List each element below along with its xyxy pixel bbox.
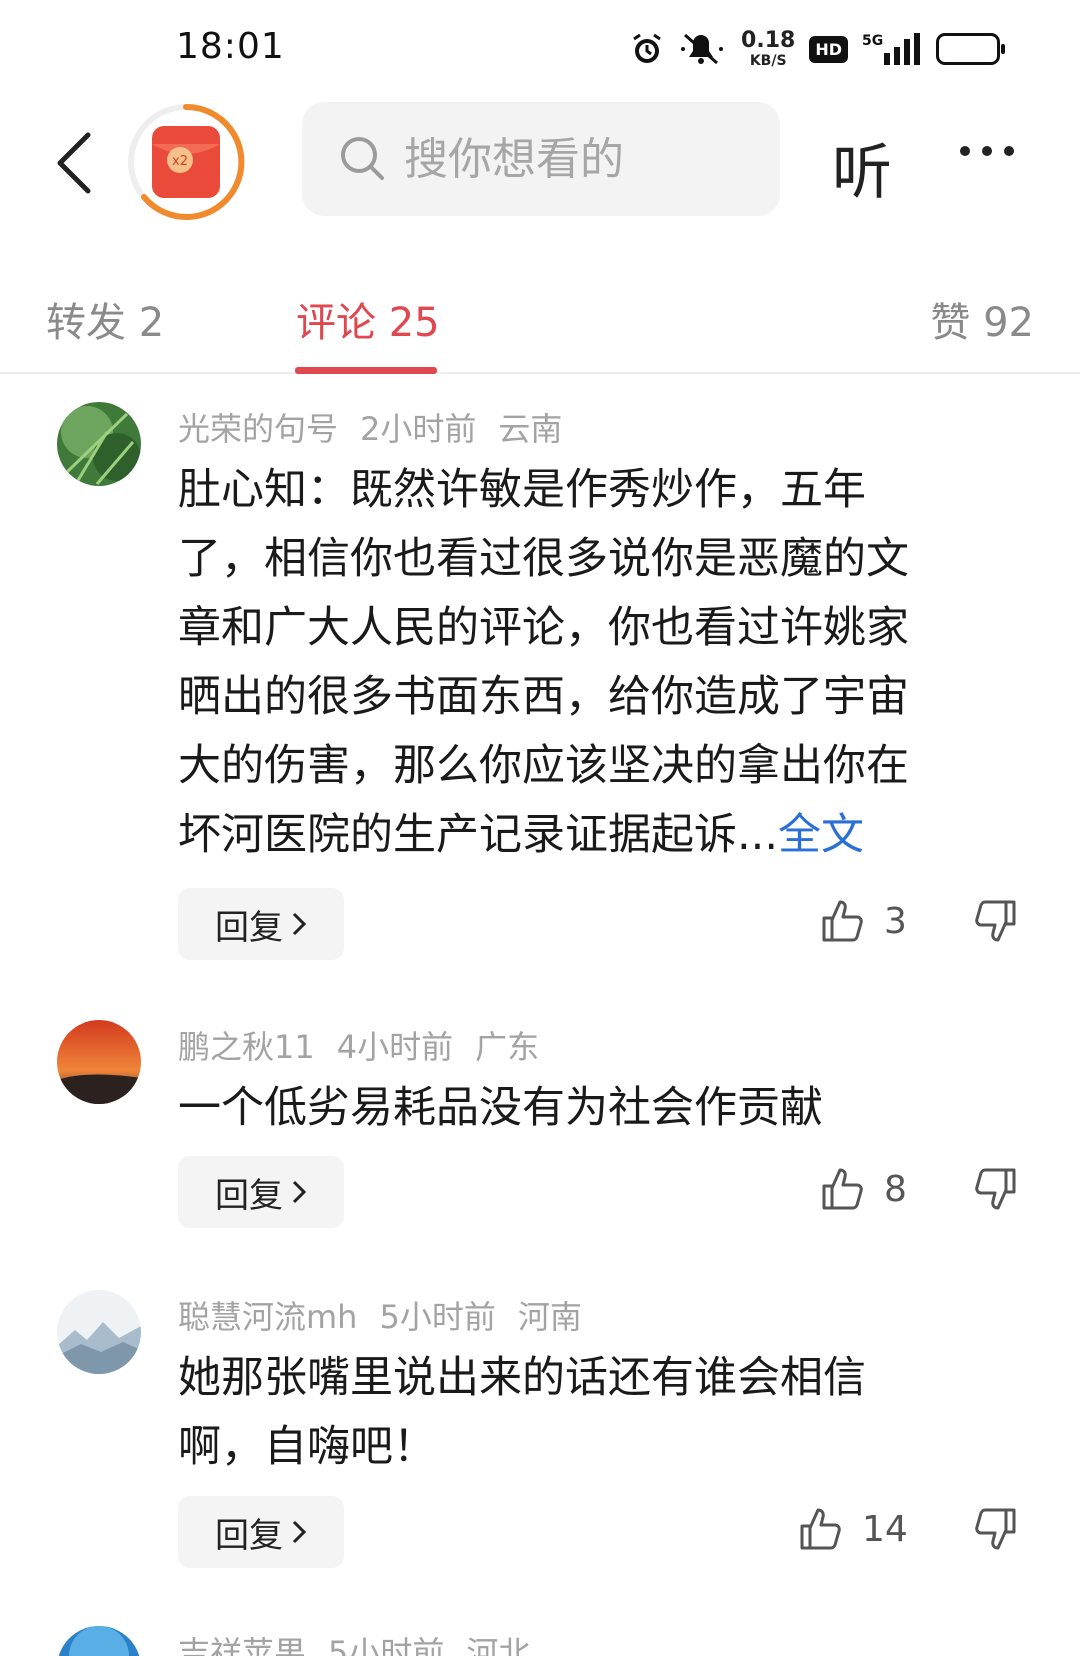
net-speed-unit: KB/S xyxy=(749,53,787,69)
comment-username[interactable]: 吉祥苹果 xyxy=(178,1634,306,1656)
like-button[interactable]: 14 xyxy=(798,1506,908,1552)
thumbs-up-icon xyxy=(822,1168,863,1210)
net-speed-value: 0.18 xyxy=(741,28,796,53)
search-icon xyxy=(341,137,384,180)
status-icons: 0.18 KB/S HD 5G xyxy=(629,24,1005,74)
avatar[interactable] xyxy=(57,1020,141,1104)
chevron-left-icon xyxy=(57,132,91,194)
comment-line: 一个低劣易耗品没有为社会作贡献 xyxy=(178,1083,823,1133)
avatar[interactable] xyxy=(57,1290,141,1374)
chevron-right-icon xyxy=(292,1520,307,1544)
comment-time: 5小时前 xyxy=(328,1634,445,1656)
top-nav: x2 听 xyxy=(0,96,1080,226)
thumbs-down-icon xyxy=(975,1168,1016,1210)
comment-text: 肚心知：既然许敏是作秀炒作，五年 了，相信你也看过很多说你是恶魔的文 章和广大人… xyxy=(178,456,998,870)
comment-meta: 聪慧河流mh 5小时前 河南 xyxy=(178,1292,604,1338)
dislike-button[interactable] xyxy=(970,1504,1020,1554)
comment-time: 5小时前 xyxy=(379,1298,496,1336)
like-count: 3 xyxy=(884,900,907,942)
comment-line: 了，相信你也看过很多说你是恶魔的文 xyxy=(178,534,909,584)
comment-meta: 吉祥苹果 5小时前 河北 xyxy=(178,1628,552,1656)
comment-username[interactable]: 鹏之秋11 xyxy=(178,1028,315,1066)
like-button[interactable]: 8 xyxy=(820,1166,907,1212)
search-input[interactable] xyxy=(404,133,764,185)
reply-label: 回复 xyxy=(215,1515,283,1556)
reply-button[interactable]: 回复 xyxy=(178,1496,344,1568)
comment-username[interactable]: 聪慧河流mh xyxy=(178,1298,357,1336)
reply-button[interactable]: 回复 xyxy=(178,1156,344,1228)
battery-icon xyxy=(936,33,1005,65)
comment-line: 章和广大人民的评论，你也看过许姚家 xyxy=(178,603,909,653)
listen-button[interactable]: 听 xyxy=(832,124,892,211)
tab-likes[interactable]: 赞 92 xyxy=(930,290,1034,348)
comment-line: 肚心知：既然许敏是作秀炒作，五年 xyxy=(178,465,866,515)
comment-time: 4小时前 xyxy=(336,1028,454,1066)
comment-text: 她那张嘴里说出来的话还有谁会相信 啊，自嗨吧！ xyxy=(178,1344,998,1482)
tab-bar: 转发 2 评论 25 赞 92 xyxy=(0,270,1080,374)
comment-line: 晒出的很多书面东西，给你造成了宇宙 xyxy=(178,672,909,722)
comment-location: 河南 xyxy=(517,1298,582,1336)
chevron-right-icon xyxy=(292,912,307,936)
comment-username[interactable]: 光荣的句号 xyxy=(178,410,338,448)
reply-label: 回复 xyxy=(215,1175,283,1216)
status-time: 18:01 xyxy=(176,26,285,67)
chevron-right-icon xyxy=(292,1180,307,1204)
mute-icon xyxy=(679,31,727,67)
reply-label: 回复 xyxy=(215,907,283,948)
alarm-icon xyxy=(629,31,665,67)
comment-item: 光荣的句号 2小时前 云南 肚心知：既然许敏是作秀炒作，五年 了，相信你也看过很多说… xyxy=(0,402,1080,962)
back-button[interactable] xyxy=(44,128,104,198)
tab-reposts[interactable]: 转发 2 xyxy=(46,290,164,348)
thumbs-up-icon xyxy=(822,900,863,942)
redpacket-icon: x2 xyxy=(128,103,245,220)
signal-label: 5G xyxy=(862,33,883,49)
signal-icon: 5G xyxy=(862,31,922,67)
comment-location: 河北 xyxy=(466,1634,531,1656)
tab-active-indicator xyxy=(295,367,437,374)
dislike-button[interactable] xyxy=(970,1164,1020,1214)
thumbs-up-icon xyxy=(800,1508,841,1550)
like-count: 14 xyxy=(862,1508,908,1550)
comment-line: 啊，自嗨吧！ xyxy=(178,1422,436,1472)
redpacket-badge: x2 xyxy=(172,154,188,169)
more-icon[interactable] xyxy=(960,146,1014,156)
dislike-button[interactable] xyxy=(970,896,1020,946)
like-count: 8 xyxy=(884,1168,907,1210)
comment-line: 大的伤害，那么你应该坚决的拿出你在 xyxy=(178,741,909,791)
redpacket-button[interactable]: x2 xyxy=(126,102,246,222)
comment-item: 鹏之秋11 4小时前 广东 一个低劣易耗品没有为社会作贡献 回复 8 xyxy=(0,1020,1080,1260)
comment-meta: 鹏之秋11 4小时前 广东 xyxy=(178,1022,561,1068)
net-speed: 0.18 KB/S xyxy=(741,28,796,69)
comment-item: 吉祥苹果 5小时前 河北 xyxy=(0,1626,1080,1656)
avatar[interactable] xyxy=(57,402,141,486)
comment-text: 一个低劣易耗品没有为社会作贡献 xyxy=(178,1074,998,1143)
comment-line: 她那张嘴里说出来的话还有谁会相信 xyxy=(178,1353,866,1403)
comment-location: 广东 xyxy=(475,1028,540,1066)
comment-location: 云南 xyxy=(498,410,563,448)
comment-item: 聪慧河流mh 5小时前 河南 她那张嘴里说出来的话还有谁会相信 啊，自嗨吧！ 回复 … xyxy=(0,1290,1080,1590)
tab-comments[interactable]: 评论 25 xyxy=(296,290,440,348)
search-bar[interactable] xyxy=(302,102,780,216)
hd-badge: HD xyxy=(809,35,848,63)
reply-button[interactable]: 回复 xyxy=(178,888,344,960)
full-text-link[interactable]: 全文 xyxy=(778,810,864,860)
status-bar: 18:01 0.18 KB/S HD 5G xyxy=(0,0,1080,96)
like-button[interactable]: 3 xyxy=(820,898,907,944)
thumbs-down-icon xyxy=(975,1508,1016,1550)
avatar[interactable] xyxy=(57,1626,141,1656)
comment-meta: 光荣的句号 2小时前 云南 xyxy=(178,404,584,450)
comment-time: 2小时前 xyxy=(360,410,477,448)
comment-line: 坏河医院的生产记录证据起诉... xyxy=(178,810,779,860)
thumbs-down-icon xyxy=(975,900,1016,942)
